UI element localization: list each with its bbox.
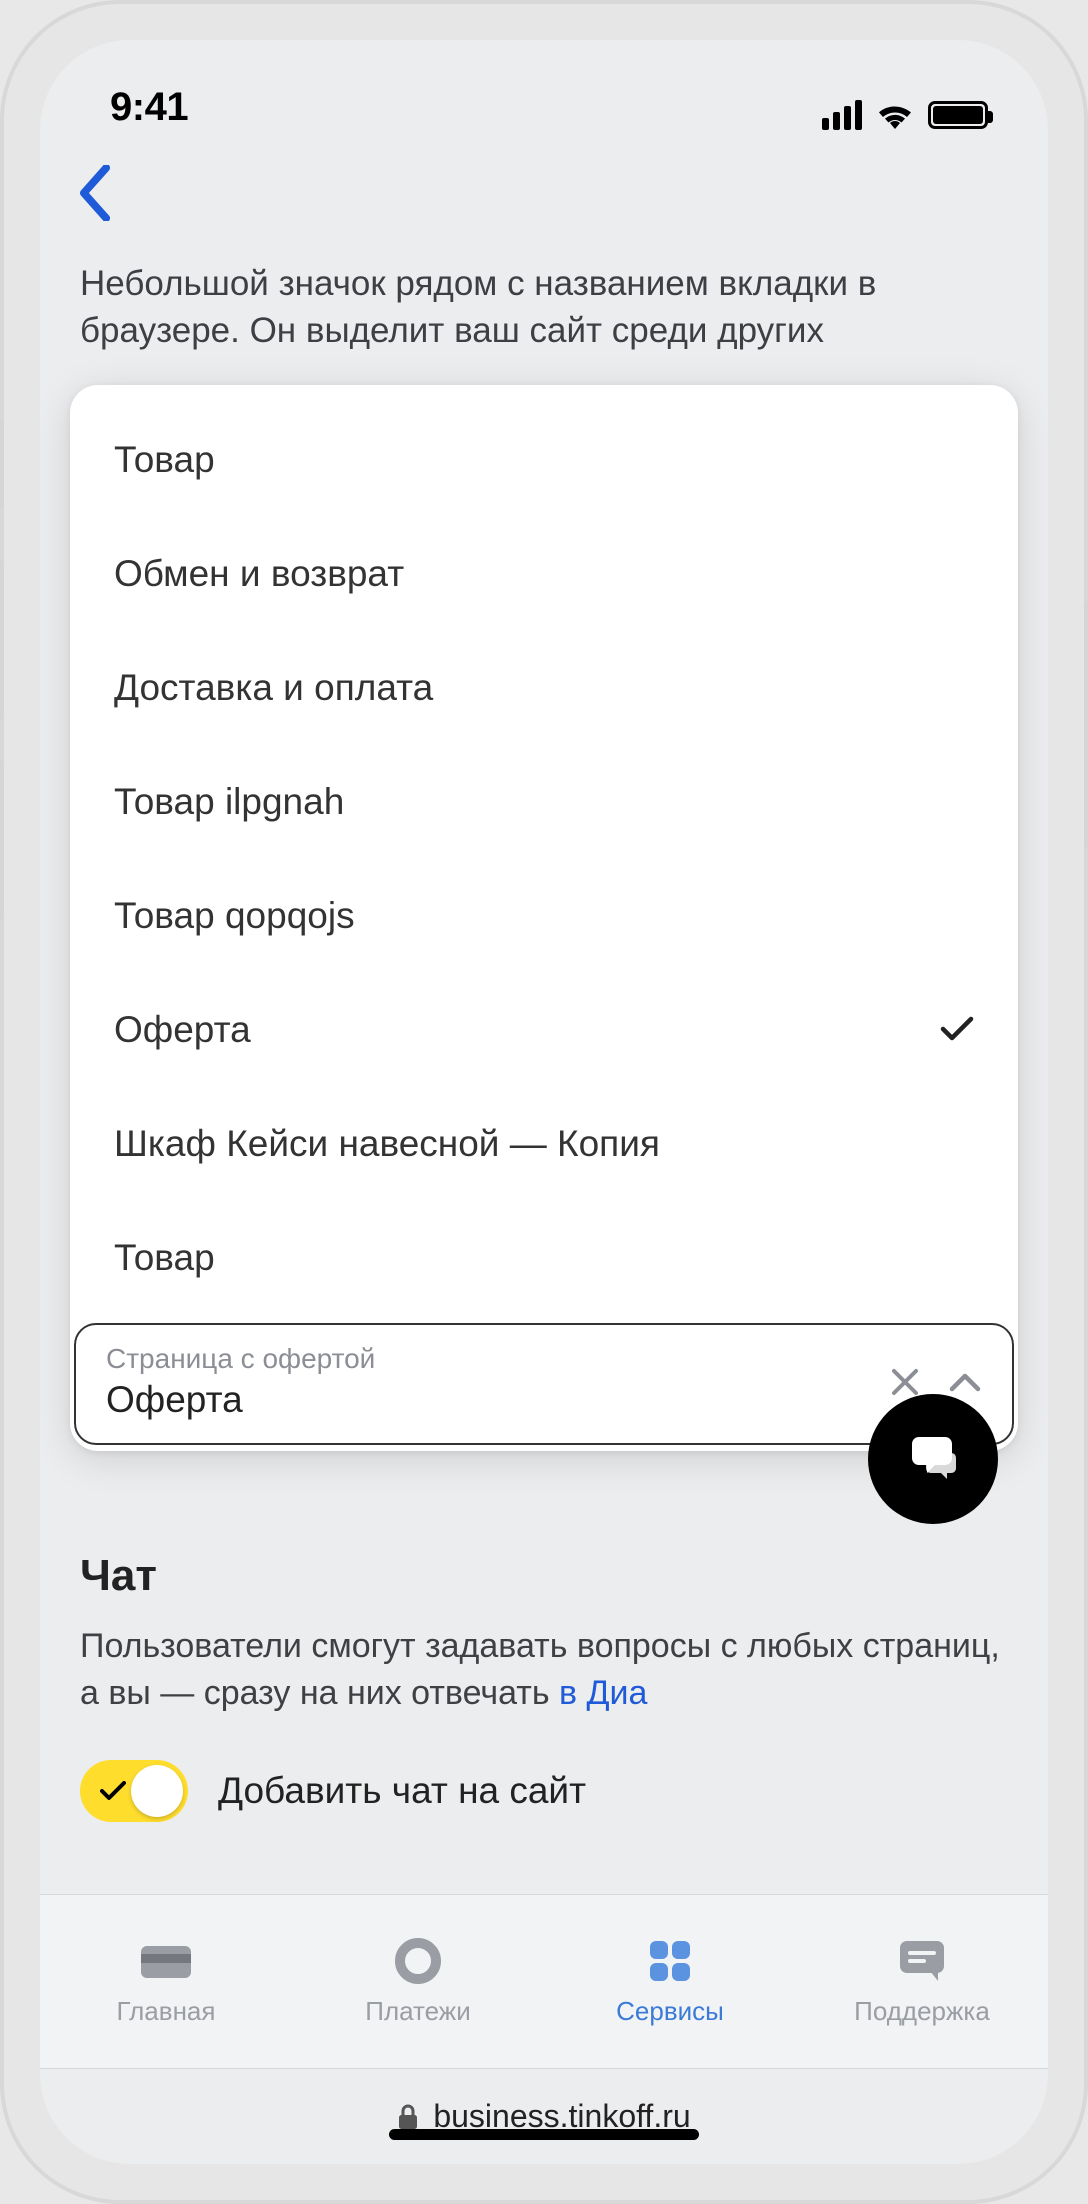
chat-section-description: Пользователи смогут задавать вопросы с л… — [80, 1623, 1008, 1718]
dropdown-option[interactable]: Оферта — [70, 973, 1018, 1087]
content-area: Небольшой значок рядом с названием вклад… — [40, 250, 1048, 1894]
chat-toggle-label: Добавить чат на сайт — [218, 1770, 586, 1812]
screen: 9:41 Небольшой значок рядом с названием … — [40, 40, 1048, 2164]
status-bar: 9:41 — [40, 40, 1048, 140]
tab-label: Поддержка — [854, 1996, 990, 2027]
tab-circle[interactable]: Платежи — [292, 1895, 544, 2068]
chat-desc-text: Пользователи смогут задавать вопросы с л… — [80, 1627, 1000, 1713]
chat-fab[interactable] — [868, 1394, 998, 1524]
tab-card[interactable]: Главная — [40, 1895, 292, 2068]
select-field[interactable]: Страница с офертой Оферта — [74, 1323, 1014, 1445]
dropdown-option-label: Оферта — [114, 1009, 251, 1051]
select-field-label: Страница с офертой — [106, 1343, 890, 1375]
tab-grid[interactable]: Сервисы — [544, 1895, 796, 2068]
dropdown-option[interactable]: Шкаф Кейси навесной — Копия — [70, 1087, 1018, 1201]
status-time: 9:41 — [110, 85, 188, 130]
wifi-icon — [876, 100, 914, 130]
url-bar[interactable]: business.tinkoff.ru — [40, 2069, 1048, 2164]
tab-label: Сервисы — [616, 1996, 724, 2027]
dropdown-option-label: Доставка и оплата — [114, 667, 433, 709]
dropdown-option-label: Шкаф Кейси навесной — Копия — [114, 1123, 660, 1165]
dropdown-option-label: Товар qopqojs — [114, 895, 355, 937]
dropdown-option[interactable]: Товар qopqojs — [70, 859, 1018, 973]
cellular-signal-icon — [822, 100, 862, 130]
check-icon — [100, 1781, 126, 1801]
home-indicator — [389, 2129, 699, 2140]
grid-icon — [646, 1936, 694, 1986]
dropdown-option-label: Товар — [114, 439, 215, 481]
toggle-knob — [131, 1765, 183, 1817]
lock-icon — [397, 2103, 419, 2131]
volume-down-button — [0, 760, 4, 920]
chat-icon — [896, 1936, 948, 1986]
page-description: Небольшой значок рядом с названием вклад… — [70, 250, 1018, 385]
check-icon — [940, 1009, 974, 1051]
circle-icon — [395, 1936, 441, 1986]
tab-label: Платежи — [365, 1996, 470, 2027]
back-button[interactable] — [75, 165, 115, 226]
side-button — [0, 420, 4, 510]
select-field-icons — [890, 1367, 982, 1397]
dropdown-panel: Товар Обмен и возврат Доставка и оплата Тов… — [70, 385, 1018, 1451]
dropdown-option[interactable]: Доставка и оплата — [70, 631, 1018, 745]
dropdown-option[interactable]: Товар — [70, 403, 1018, 517]
select-field-value: Оферта — [106, 1379, 890, 1421]
tab-label: Главная — [117, 1996, 216, 2027]
dropdown-option[interactable]: Обмен и возврат — [70, 517, 1018, 631]
clear-icon[interactable] — [890, 1367, 920, 1397]
chat-desc-link[interactable]: в Диа — [559, 1674, 647, 1712]
volume-up-button — [0, 560, 4, 720]
chat-section: Чат Пользователи смогут задавать вопросы… — [70, 1491, 1018, 1822]
dropdown-option-label: Товар — [114, 1237, 215, 1279]
select-field-text: Страница с офертой Оферта — [106, 1343, 890, 1421]
dropdown-option[interactable]: Товар — [70, 1201, 1018, 1315]
battery-icon — [928, 101, 988, 129]
chat-section-title: Чат — [80, 1551, 1008, 1601]
tab-chat[interactable]: Поддержка — [796, 1895, 1048, 2068]
chat-toggle[interactable] — [80, 1760, 188, 1822]
chevron-up-icon[interactable] — [948, 1371, 982, 1393]
dropdown-option[interactable]: Товар ilpgnah — [70, 745, 1018, 859]
dropdown-option-label: Товар ilpgnah — [114, 781, 344, 823]
status-icons — [822, 100, 988, 130]
device-frame: 9:41 Небольшой значок рядом с названием … — [0, 0, 1088, 2204]
card-icon — [138, 1936, 194, 1986]
option-list: Товар Обмен и возврат Доставка и оплата Тов… — [70, 385, 1018, 1323]
tab-bar: Главная Платежи Сервисы Поддержка — [40, 1894, 1048, 2069]
chat-bubble-icon — [905, 1429, 961, 1490]
power-button — [1084, 600, 1088, 850]
chat-toggle-row: Добавить чат на сайт — [80, 1760, 1008, 1822]
dropdown-option-label: Обмен и возврат — [114, 553, 404, 595]
nav-header — [40, 140, 1048, 250]
